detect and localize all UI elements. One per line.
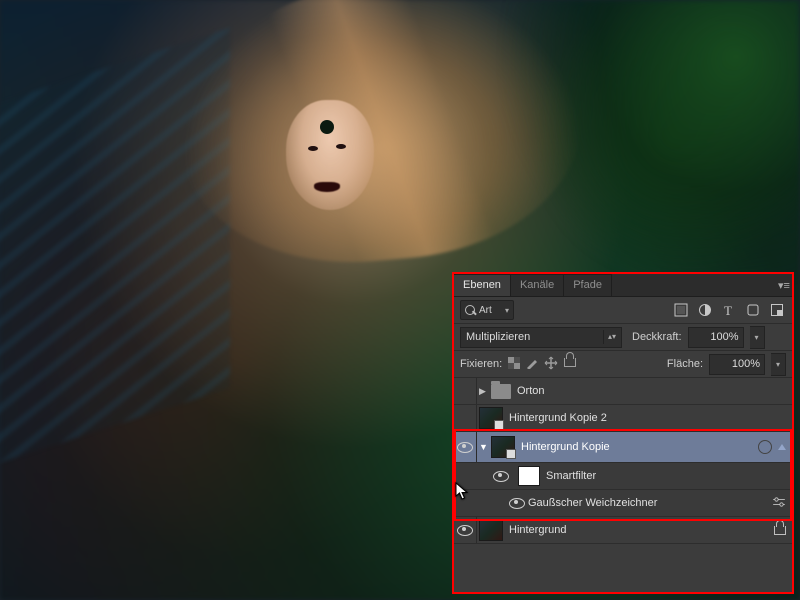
lock-position-icon[interactable] — [544, 356, 558, 373]
visibility-toggle[interactable] — [454, 405, 477, 431]
chevron-down-icon: ▾ — [505, 306, 509, 315]
visibility-toggle[interactable] — [506, 490, 528, 516]
fill-value: 100% — [732, 358, 760, 370]
folder-icon — [491, 384, 511, 399]
layers-list: ▶ Orton Hintergrund Kopie 2 ▼ Hintergrun… — [454, 378, 792, 544]
visibility-toggle[interactable] — [454, 432, 477, 462]
opacity-label: Deckkraft: — [632, 331, 682, 343]
filter-kind-label: Art — [479, 305, 501, 316]
panel-tabbar: Ebenen Kanäle Pfade ▾≡ — [454, 274, 792, 297]
lock-label: Fixieren: — [460, 358, 502, 370]
visibility-toggle[interactable] — [454, 378, 477, 404]
lock-all-icon[interactable] — [564, 358, 576, 370]
layer-row-bg-copy-2[interactable]: Hintergrund Kopie 2 — [454, 405, 792, 432]
disclosure-triangle[interactable]: ▼ — [479, 442, 487, 452]
fill-input[interactable]: 100% — [709, 354, 765, 375]
filter-type-icon[interactable]: T — [720, 301, 738, 319]
lock-pixels-icon[interactable] — [526, 357, 538, 372]
search-icon — [465, 305, 475, 315]
layer-row-bg-copy[interactable]: ▼ Hintergrund Kopie — [454, 432, 792, 463]
tab-channels[interactable]: Kanäle — [511, 274, 564, 296]
layer-row-gaussian-blur[interactable]: Gaußscher Weichzeichner — [454, 490, 792, 517]
layer-thumbnail[interactable] — [479, 407, 503, 429]
layers-panel: Ebenen Kanäle Pfade ▾≡ Art ▾ T Multipli — [452, 272, 794, 594]
chevron-updown-icon: ▴▾ — [603, 330, 616, 344]
opacity-value: 100% — [710, 331, 738, 343]
fill-stepper[interactable]: ▾ — [771, 353, 786, 376]
layer-row-orton[interactable]: ▶ Orton — [454, 378, 792, 405]
pointer-cursor — [455, 482, 471, 502]
blend-mode-value: Multiplizieren — [466, 331, 530, 343]
filter-adjustment-icon[interactable] — [696, 301, 714, 319]
eye-icon — [457, 525, 473, 536]
lock-row: Fixieren: Fläche: 100% ▾ — [454, 351, 792, 378]
disclosure-triangle[interactable]: ▶ — [479, 386, 487, 397]
eye-icon — [509, 498, 525, 509]
filter-shape-icon[interactable] — [744, 301, 762, 319]
eye-right — [336, 144, 346, 149]
tab-paths[interactable]: Pfade — [564, 274, 612, 296]
filter-pixel-icon[interactable] — [672, 301, 690, 319]
filter-row: Art ▾ T — [454, 297, 792, 324]
visibility-toggle[interactable] — [490, 463, 512, 489]
opacity-stepper[interactable]: ▾ — [750, 326, 765, 349]
expand-up-icon[interactable] — [778, 444, 786, 450]
layer-name[interactable]: Orton — [517, 385, 786, 397]
layer-thumbnail[interactable] — [479, 519, 503, 541]
layer-name[interactable]: Hintergrund Kopie — [521, 441, 758, 453]
lock-transparency-icon[interactable] — [508, 357, 520, 372]
face-shape — [286, 100, 374, 210]
layer-row-background[interactable]: Hintergrund — [454, 517, 792, 544]
eye-icon — [493, 471, 509, 482]
eye-left — [308, 146, 318, 151]
visibility-toggle[interactable] — [454, 517, 477, 543]
lock-icon — [774, 526, 786, 535]
layer-filter-kind[interactable]: Art ▾ — [460, 300, 514, 320]
smartfilter-mask-icon[interactable] — [758, 440, 772, 454]
mouth — [314, 182, 340, 192]
filter-smartobj-icon[interactable] — [768, 301, 786, 319]
tab-layers[interactable]: Ebenen — [454, 274, 511, 296]
fill-label: Fläche: — [667, 358, 703, 370]
layer-name[interactable]: Gaußscher Weichzeichner — [528, 497, 772, 509]
layer-name[interactable]: Hintergrund — [509, 524, 774, 536]
blend-row: Multiplizieren ▴▾ Deckkraft: 100% ▾ — [454, 324, 792, 351]
forehead-dot — [320, 120, 334, 134]
svg-text:T: T — [724, 303, 732, 317]
layer-thumbnail[interactable] — [491, 436, 515, 458]
filter-options-icon[interactable] — [772, 497, 786, 510]
blend-mode-select[interactable]: Multiplizieren ▴▾ — [460, 327, 622, 348]
eye-icon — [457, 442, 473, 453]
layer-row-smartfilter[interactable]: Smartfilter — [454, 463, 792, 490]
opacity-input[interactable]: 100% — [688, 327, 744, 348]
layer-name[interactable]: Smartfilter — [546, 470, 786, 482]
panel-menu-icon[interactable]: ▾≡ — [776, 274, 792, 296]
layer-name[interactable]: Hintergrund Kopie 2 — [509, 412, 786, 424]
filter-mask-thumbnail[interactable] — [518, 466, 540, 486]
